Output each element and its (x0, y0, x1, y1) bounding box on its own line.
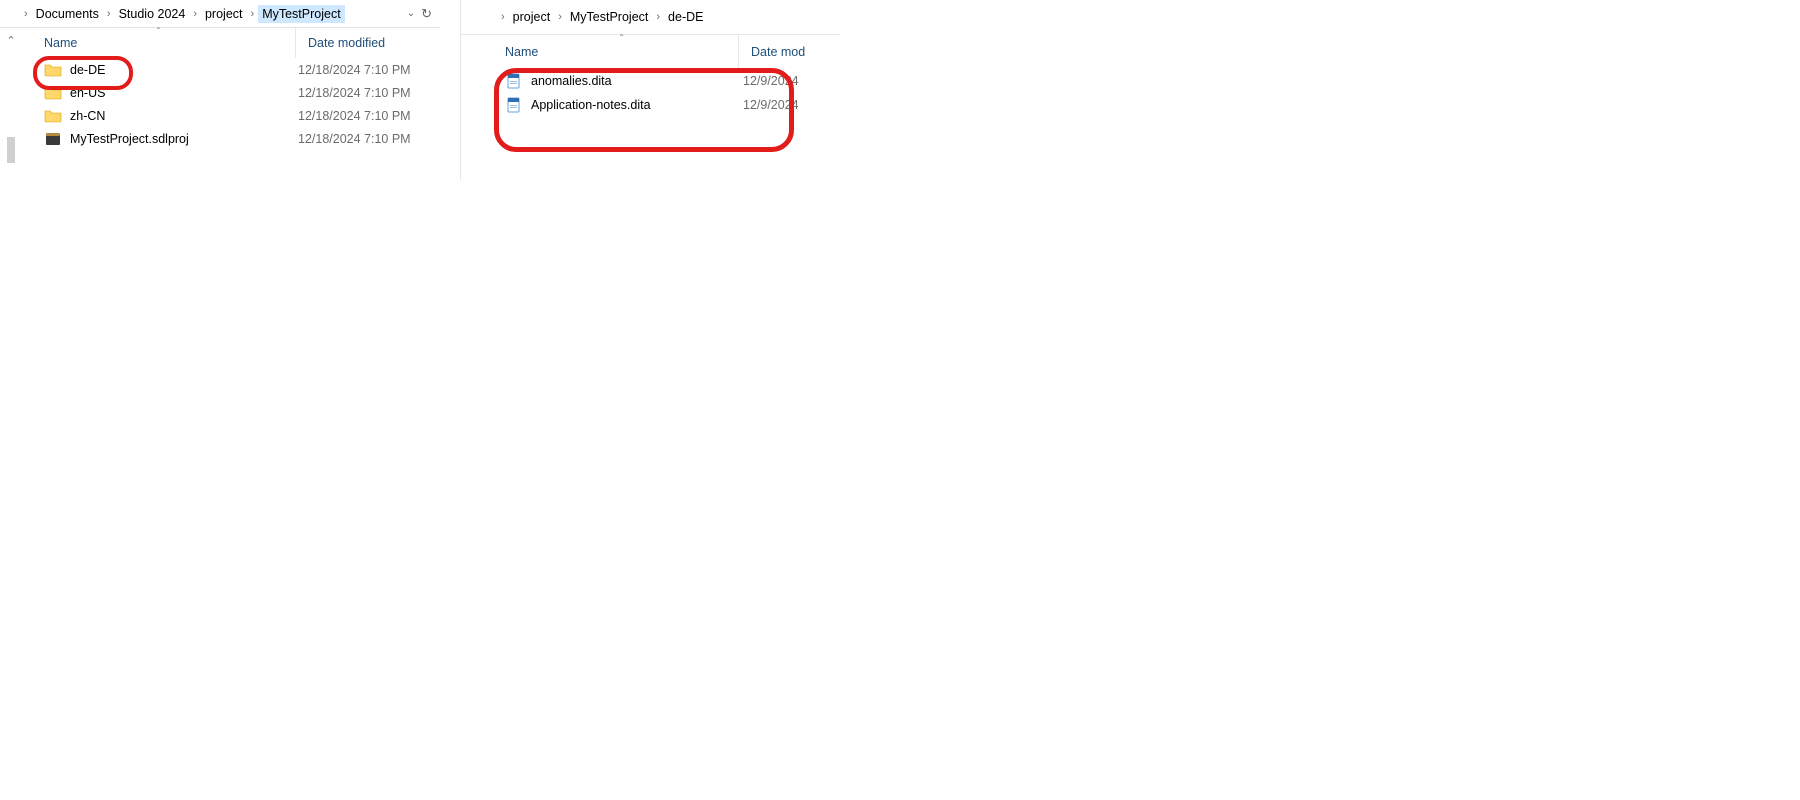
file-date: 12/9/2024 (743, 98, 799, 112)
list-item[interactable]: de-DE 12/18/2024 7:10 PM (22, 58, 440, 81)
refresh-icon[interactable]: ↻ (421, 6, 432, 22)
explorer-pane-right: › project › MyTestProject › de-DE ⌃ Name… (460, 0, 840, 180)
address-bar-tail: ⌄ ↻ (347, 6, 436, 22)
column-header-date-label: Date mod (751, 45, 805, 59)
column-header-name[interactable]: ⌃ Name (22, 28, 296, 58)
list-item[interactable]: Application-notes.dita 12/9/2024 (461, 93, 840, 117)
breadcrumb-item[interactable]: project (509, 8, 555, 26)
folder-icon (44, 61, 62, 79)
sort-asc-icon: ⌃ (155, 26, 162, 35)
breadcrumb-item[interactable]: project (201, 5, 247, 23)
chevron-down-icon[interactable]: ⌄ (407, 8, 415, 19)
breadcrumb-bar[interactable]: › project › MyTestProject › de-DE (461, 0, 840, 34)
column-header-date[interactable]: Date modified (296, 28, 385, 58)
file-name: en-US (70, 86, 298, 100)
column-header-row: ⌃ Name Date mod (461, 35, 840, 69)
scrollbar-thumb[interactable] (7, 137, 15, 163)
column-header-date[interactable]: Date mod (739, 35, 805, 69)
column-header-name[interactable]: ⌃ Name (461, 35, 739, 69)
file-name: zh-CN (70, 109, 298, 123)
chevron-right-icon: › (191, 8, 199, 20)
breadcrumb-item-current[interactable]: MyTestProject (258, 5, 345, 23)
file-date: 12/18/2024 7:10 PM (298, 132, 411, 146)
file-date: 12/18/2024 7:10 PM (298, 63, 411, 77)
file-date: 12/9/2024 (743, 74, 799, 88)
sort-asc-icon: ⌃ (618, 33, 625, 42)
list-item[interactable]: zh-CN 12/18/2024 7:10 PM (22, 104, 440, 127)
breadcrumb-item-current[interactable]: de-DE (664, 8, 707, 26)
left-gutter: ⌃ (0, 28, 22, 163)
breadcrumb-item[interactable]: Studio 2024 (115, 5, 190, 23)
folder-icon (44, 107, 62, 125)
breadcrumb-item[interactable]: MyTestProject (566, 8, 653, 26)
folder-icon (44, 84, 62, 102)
chevron-right-icon: › (105, 8, 113, 20)
file-name: Application-notes.dita (531, 98, 743, 112)
chevron-right-icon: › (249, 8, 257, 20)
column-header-name-label: Name (505, 45, 538, 59)
chevron-right-icon: › (499, 11, 507, 23)
breadcrumb-bar[interactable]: › Documents › Studio 2024 › project › My… (0, 0, 440, 28)
file-date: 12/18/2024 7:10 PM (298, 86, 411, 100)
file-date: 12/18/2024 7:10 PM (298, 109, 411, 123)
file-name: de-DE (70, 63, 298, 77)
list-item[interactable]: MyTestProject.sdlproj 12/18/2024 7:10 PM (22, 127, 440, 150)
column-header-row: ⌃ Name Date modified (22, 28, 440, 58)
list-item[interactable]: anomalies.dita 12/9/2024 (461, 69, 840, 93)
file-name: anomalies.dita (531, 74, 743, 88)
dita-file-icon (505, 72, 523, 90)
breadcrumb-item[interactable]: Documents (32, 5, 103, 23)
dita-file-icon (505, 96, 523, 114)
chevron-right-icon: › (556, 11, 564, 23)
file-name: MyTestProject.sdlproj (70, 132, 298, 146)
explorer-pane-left: › Documents › Studio 2024 › project › My… (0, 0, 440, 163)
chevron-up-icon[interactable]: ⌃ (6, 34, 15, 47)
project-file-icon (44, 130, 62, 148)
chevron-right-icon: › (654, 11, 662, 23)
chevron-right-icon: › (22, 8, 30, 20)
column-header-date-label: Date modified (308, 36, 385, 50)
column-header-name-label: Name (44, 36, 77, 50)
list-item[interactable]: en-US 12/18/2024 7:10 PM (22, 81, 440, 104)
